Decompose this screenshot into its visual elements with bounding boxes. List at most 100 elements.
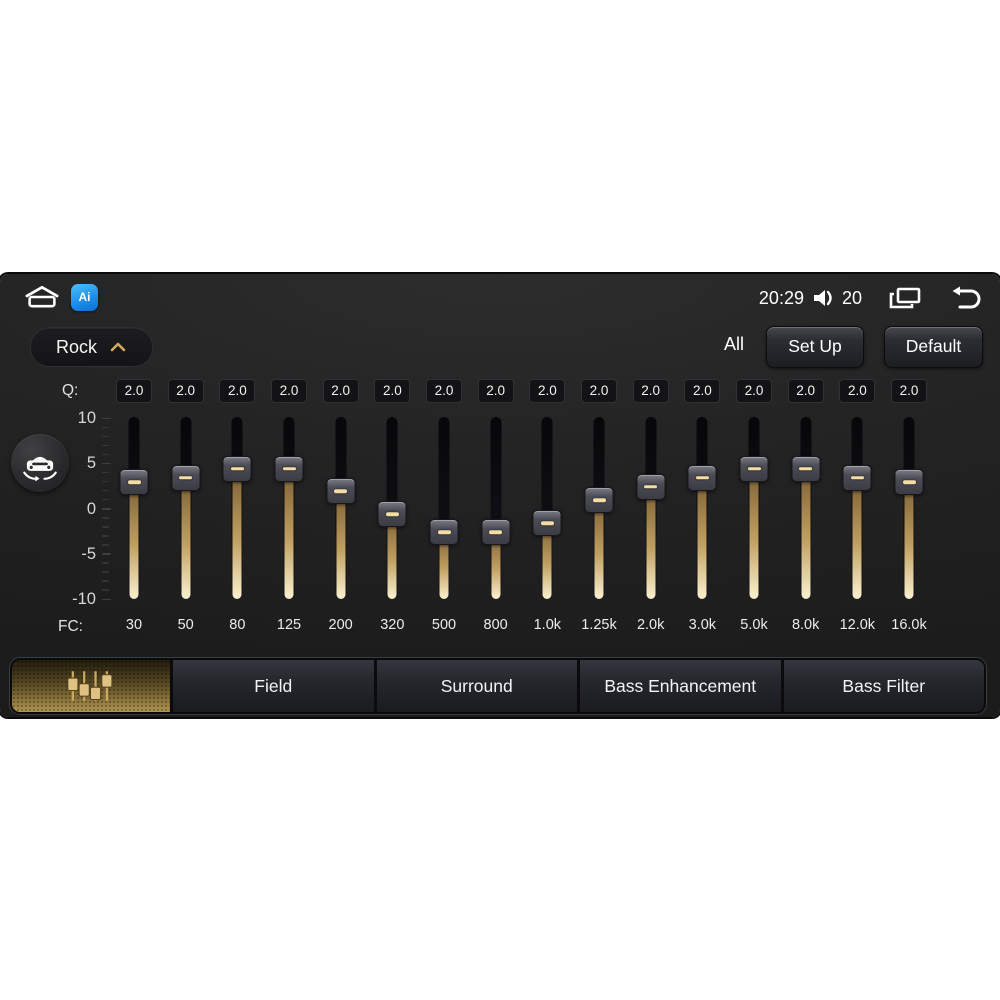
slider-track[interactable] — [903, 417, 915, 599]
slider-track[interactable] — [748, 417, 760, 599]
slider-track[interactable] — [800, 417, 812, 599]
slider-track[interactable] — [180, 417, 192, 599]
default-button[interactable]: Default — [884, 326, 983, 368]
slider-handle-dash — [592, 498, 606, 503]
slider-track[interactable] — [490, 417, 502, 599]
db-axis-tick — [102, 417, 111, 419]
status-bar: Ai 20:29 20 — [0, 280, 1000, 312]
tab-label: Bass Enhancement — [604, 675, 757, 696]
frequency-label: 3.0k — [688, 617, 717, 633]
slider-track[interactable] — [128, 417, 140, 599]
slider-track[interactable] — [851, 417, 863, 599]
slider-handle-dash — [334, 489, 348, 494]
slider-track[interactable] — [335, 417, 347, 599]
slider-handle[interactable] — [274, 455, 304, 482]
q-value-box: 2.0 — [581, 379, 617, 403]
q-value-box: 2.0 — [322, 379, 359, 403]
slider-handle-dash — [902, 480, 916, 485]
db-axis-tick — [102, 517, 109, 519]
tab-surround[interactable]: Surround — [373, 660, 577, 712]
db-axis-label: 0 — [86, 499, 96, 518]
q-value-box: 2.0 — [891, 379, 927, 403]
db-axis-tick — [102, 489, 109, 492]
slider-track[interactable] — [438, 417, 450, 599]
q-value-box: 2.0 — [219, 379, 256, 403]
frequency-label: 50 — [177, 617, 194, 633]
db-axis-tick — [102, 526, 109, 528]
q-value-box: 2.0 — [684, 379, 721, 403]
slider-handle[interactable] — [429, 519, 459, 546]
chevron-up-icon — [109, 341, 127, 353]
slider-handle[interactable] — [377, 501, 407, 528]
q-value-box: 2.0 — [632, 379, 669, 403]
ai-assistant-icon[interactable]: Ai — [71, 284, 98, 311]
slider-track[interactable] — [231, 417, 243, 599]
sound-field-button[interactable] — [11, 434, 69, 492]
home-icon — [22, 283, 62, 311]
slider-handle[interactable] — [739, 455, 769, 482]
slider-handle-dash — [799, 467, 813, 471]
tab-label: Field — [254, 675, 293, 696]
tab-label: Bass Filter — [842, 675, 926, 696]
slider-handle-dash — [385, 512, 399, 516]
db-axis-tick — [102, 562, 109, 564]
preset-dropdown[interactable]: Rock — [30, 327, 153, 367]
tab-equalizer[interactable] — [12, 660, 170, 712]
db-axis-label: -10 — [72, 590, 96, 608]
frequency-label: 16.0k — [891, 617, 927, 633]
frequency-label: 500 — [431, 617, 457, 633]
db-axis-tick — [102, 589, 109, 591]
tab-field[interactable]: Field — [170, 660, 374, 712]
slider-handle[interactable] — [532, 510, 562, 537]
back-icon[interactable] — [948, 285, 982, 311]
slider-handle-dash — [540, 521, 554, 525]
slider-track[interactable] — [696, 417, 708, 599]
bottom-tab-bar: Field Surround Bass Enhancement Bass Filter — [9, 657, 987, 715]
slider-handle[interactable] — [636, 473, 666, 500]
frequency-label: 1.25k — [581, 617, 617, 633]
db-axis-tick — [102, 598, 111, 600]
slider-handle[interactable] — [842, 464, 872, 491]
slider-handle[interactable] — [119, 469, 149, 496]
slider-handle-dash — [850, 476, 864, 480]
q-value-box: 2.0 — [839, 379, 876, 403]
db-axis-tick — [102, 471, 109, 474]
slider-handle[interactable] — [171, 464, 201, 491]
slider-handle-dash — [437, 530, 451, 534]
slider-handle[interactable] — [326, 478, 356, 505]
db-axis-label: -5 — [81, 544, 96, 563]
tab-label: Surround — [440, 675, 513, 696]
frequency-label: 800 — [483, 617, 508, 633]
slider-handle[interactable] — [584, 487, 614, 514]
slider-handle[interactable] — [791, 455, 821, 482]
slider-track[interactable] — [541, 417, 553, 599]
slider-track[interactable] — [645, 417, 657, 599]
recent-apps-icon[interactable] — [888, 286, 922, 310]
slider-handle[interactable] — [687, 464, 717, 491]
db-axis-tick — [102, 426, 109, 429]
slider-handle-dash — [695, 476, 709, 480]
slider-handle-dash — [747, 467, 761, 471]
frequency-label: 80 — [229, 617, 246, 633]
slider-track[interactable] — [283, 417, 295, 599]
slider-handle-dash — [230, 467, 244, 471]
q-row-label: Q: — [62, 382, 79, 399]
slider-handle[interactable] — [222, 455, 252, 482]
preset-dropdown-label: Rock — [55, 336, 97, 357]
scope-all-toggle[interactable]: All — [712, 334, 756, 358]
frequency-label: 12.0k — [839, 617, 876, 633]
tab-bass-enhancement[interactable]: Bass Enhancement — [577, 660, 781, 712]
home-button[interactable] — [22, 283, 62, 311]
db-axis-tick — [102, 508, 111, 510]
q-value-box: 2.0 — [374, 379, 411, 403]
db-axis-tick — [102, 480, 109, 483]
slider-handle[interactable] — [481, 519, 511, 546]
q-value-box: 2.0 — [787, 379, 824, 403]
equalizer-sliders-icon — [63, 669, 119, 703]
tab-bass-filter[interactable]: Bass Filter — [780, 660, 984, 712]
q-value-box: 2.0 — [426, 379, 462, 403]
setup-button[interactable]: Set Up — [766, 326, 864, 368]
slider-handle[interactable] — [894, 469, 924, 496]
db-axis-tick — [102, 462, 111, 465]
fc-row-label: FC: — [58, 618, 83, 635]
